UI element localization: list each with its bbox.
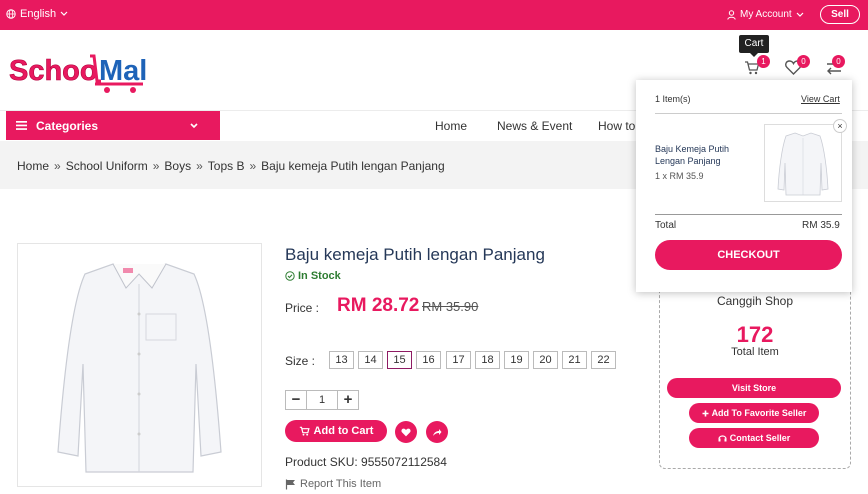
chevron-down-icon [60, 11, 68, 16]
qty-input[interactable]: 1 [307, 390, 337, 410]
size-option[interactable]: 20 [533, 351, 558, 369]
schoolmall-logo[interactable]: Schoo Mall [9, 48, 155, 94]
old-price: RM 35.90 [422, 299, 479, 314]
current-price: RM 28.72 [337, 295, 420, 316]
chevron-down-icon [796, 12, 804, 17]
add-favorite-seller-button[interactable]: Add To Favorite Seller [689, 403, 819, 423]
add-to-wishlist-button[interactable] [395, 421, 417, 443]
size-option[interactable]: 16 [416, 351, 441, 369]
mini-cart-item-qty: 1 x RM 35.9 [655, 171, 704, 181]
my-account-label: My Account [740, 9, 792, 20]
chevron-down-icon [190, 123, 198, 129]
top-bar: English My Account Sell [0, 0, 868, 30]
globe-icon [6, 9, 16, 19]
breadcrumb-boys[interactable]: Boys [164, 159, 191, 173]
price-label: Price : [285, 301, 320, 315]
language-selector[interactable]: English [6, 8, 68, 20]
logo-text-a: Schoo [9, 55, 98, 87]
mini-cart-divider [655, 214, 842, 215]
compare-count-badge: 0 [832, 55, 845, 68]
size-label: Size : [285, 354, 316, 368]
breadcrumb-current: Baju kemeja Putih lengan Panjang [261, 159, 445, 173]
add-to-cart-button[interactable]: Add to Cart [285, 420, 387, 442]
mini-cart-total-label: Total [655, 220, 677, 231]
wishlist-count-badge: 0 [797, 55, 810, 68]
cart-tooltip: Cart [739, 35, 769, 57]
size-option[interactable]: 14 [358, 351, 383, 369]
checkout-button[interactable]: CHECKOUT [655, 240, 842, 270]
visit-store-label: Visit Store [731, 383, 777, 393]
nav-home[interactable]: Home [435, 119, 467, 133]
breadcrumb-tops-b[interactable]: Tops B [208, 159, 245, 173]
logo-text-b: Mall [99, 55, 149, 87]
heart-icon [401, 428, 411, 436]
breadcrumb-home[interactable]: Home [17, 159, 49, 173]
stock-status: In Stock [285, 270, 341, 282]
size-option[interactable]: 18 [475, 351, 500, 369]
check-circle-icon [285, 271, 295, 281]
language-label: English [20, 8, 57, 20]
my-account-menu[interactable]: My Account [727, 9, 804, 20]
nav-news-event[interactable]: News & Event [497, 119, 572, 133]
share-button[interactable] [426, 421, 448, 443]
mini-cart-total-value: RM 35.9 [802, 220, 840, 231]
mini-cart-remove-button[interactable]: × [833, 119, 847, 133]
mini-cart-item-name[interactable]: Baju Kemeja Putih Lengan Panjang [655, 143, 755, 167]
product-sku: Product SKU: 9555072112584 [285, 455, 447, 469]
breadcrumb-separator: » [54, 159, 61, 173]
headset-icon [718, 435, 727, 442]
product-image[interactable] [17, 243, 262, 487]
qty-increase-button[interactable]: + [337, 390, 359, 410]
stock-label: In Stock [298, 270, 341, 282]
quantity-stepper: − 1 + [285, 390, 359, 410]
breadcrumb: Home » School Uniform » Boys » Tops B » … [17, 159, 445, 173]
size-option-selected[interactable]: 15 [387, 351, 412, 369]
breadcrumb-separator: » [152, 159, 160, 173]
size-option[interactable]: 21 [562, 351, 587, 369]
mini-cart-divider [655, 113, 842, 114]
size-option[interactable]: 22 [591, 351, 616, 369]
menu-icon [16, 121, 27, 130]
view-cart-link[interactable]: View Cart [801, 94, 840, 104]
breadcrumb-school-uniform[interactable]: School Uniform [66, 159, 148, 173]
contact-seller-button[interactable]: Contact Seller [689, 428, 819, 448]
product-title: Baju kemeja Putih lengan Panjang [285, 245, 545, 264]
qty-decrease-button[interactable]: − [285, 390, 307, 410]
add-to-cart-label: Add to Cart [313, 425, 374, 437]
categories-label: Categories [36, 119, 99, 133]
cart-count-badge: 1 [757, 55, 770, 68]
report-item-link[interactable]: Report This Item [285, 478, 381, 490]
categories-dropdown[interactable]: Categories [6, 111, 220, 140]
nav-how-to[interactable]: How to [598, 119, 635, 133]
mini-cart-item-count: 1 Item(s) [655, 94, 691, 104]
seller-total-items-count: 172 [736, 322, 774, 347]
breadcrumb-separator: » [249, 159, 257, 173]
cart-icon [299, 426, 310, 436]
mini-cart-item-thumbnail[interactable] [764, 124, 842, 202]
user-icon [727, 9, 736, 20]
size-option[interactable]: 19 [504, 351, 529, 369]
visit-store-button[interactable]: Visit Store [667, 378, 841, 398]
share-icon [433, 428, 442, 436]
breadcrumb-separator: » [196, 159, 203, 173]
contact-seller-label: Contact Seller [729, 433, 791, 443]
seller-shop-name[interactable]: Canggih Shop [659, 294, 851, 308]
sell-button[interactable]: Sell [820, 5, 860, 24]
plus-icon [702, 410, 709, 416]
size-option[interactable]: 13 [329, 351, 354, 369]
seller-total-items-label: Total Item [731, 346, 779, 358]
size-option[interactable]: 17 [446, 351, 471, 369]
mini-cart-popup: 1 Item(s) View Cart Baju Kemeja Putih Le… [636, 80, 852, 292]
add-favorite-seller-label: Add To Favorite Seller [711, 408, 807, 418]
flag-icon [285, 479, 295, 489]
report-item-label: Report This Item [300, 478, 382, 490]
